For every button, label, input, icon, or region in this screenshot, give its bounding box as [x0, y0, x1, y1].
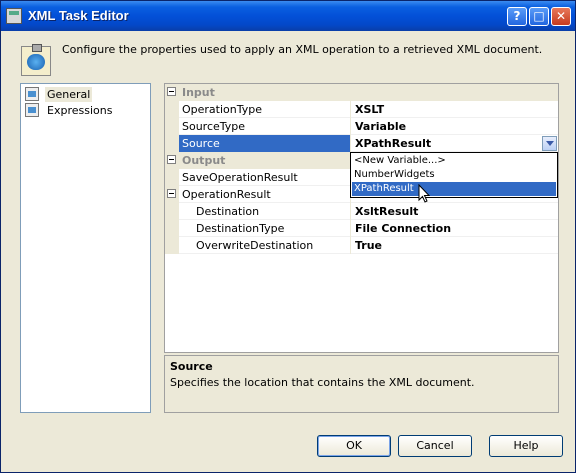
collapse-icon[interactable]	[167, 189, 176, 198]
property-row-operation-type[interactable]: OperationType XSLT	[165, 101, 558, 118]
maximize-button[interactable]: □	[529, 7, 549, 26]
nav-item-label: Expressions	[47, 104, 113, 117]
collapse-icon[interactable]	[167, 87, 176, 96]
dropdown-option-new-variable[interactable]: <New Variable...>	[352, 154, 556, 168]
cancel-button[interactable]: Cancel	[398, 435, 472, 457]
xml-task-editor-window: XML Task Editor ? □ ✕ Configure the prop…	[0, 0, 576, 473]
close-button[interactable]: ✕	[551, 7, 571, 26]
description-text: Specifies the location that contains the…	[170, 376, 475, 389]
header-description: Configure the properties used to apply a…	[62, 43, 543, 56]
title-bar[interactable]: XML Task Editor ? □ ✕	[1, 1, 575, 31]
nav-item-label: General	[47, 88, 91, 101]
dropdown-option-numberwidgets[interactable]: NumberWidgets	[352, 168, 556, 182]
page-navigation: General Expressions	[20, 83, 151, 413]
property-row-source[interactable]: Source XPathResult	[165, 135, 558, 152]
page-icon	[25, 87, 39, 101]
property-grid: Input OperationType XSLT SourceType Vari…	[164, 83, 559, 353]
page-icon	[25, 103, 39, 117]
property-row-destination-type[interactable]: DestinationType File Connection	[165, 220, 558, 237]
property-row-overwrite-destination[interactable]: OverwriteDestination True	[165, 237, 558, 254]
dropdown-arrow-icon[interactable]	[542, 136, 557, 151]
app-icon	[6, 8, 22, 24]
help-title-button[interactable]: ?	[507, 7, 527, 26]
source-dropdown-list: <New Variable...> NumberWidgets XPathRes…	[350, 152, 558, 198]
mouse-pointer-icon	[418, 184, 431, 203]
dropdown-option-xpathresult[interactable]: XPathResult	[352, 182, 556, 196]
xml-task-icon	[21, 44, 51, 76]
property-row-destination[interactable]: Destination XsltResult	[165, 203, 558, 220]
nav-item-general[interactable]: General	[25, 87, 93, 102]
category-input[interactable]: Input	[165, 84, 558, 101]
collapse-icon[interactable]	[167, 155, 176, 164]
property-description-panel: Source Specifies the location that conta…	[164, 355, 559, 413]
ok-button[interactable]: OK	[317, 435, 391, 457]
nav-item-expressions[interactable]: Expressions	[25, 103, 114, 118]
help-button[interactable]: Help	[489, 435, 563, 457]
window-title: XML Task Editor	[28, 8, 129, 23]
description-title: Source	[170, 360, 213, 373]
property-row-source-type[interactable]: SourceType Variable	[165, 118, 558, 135]
